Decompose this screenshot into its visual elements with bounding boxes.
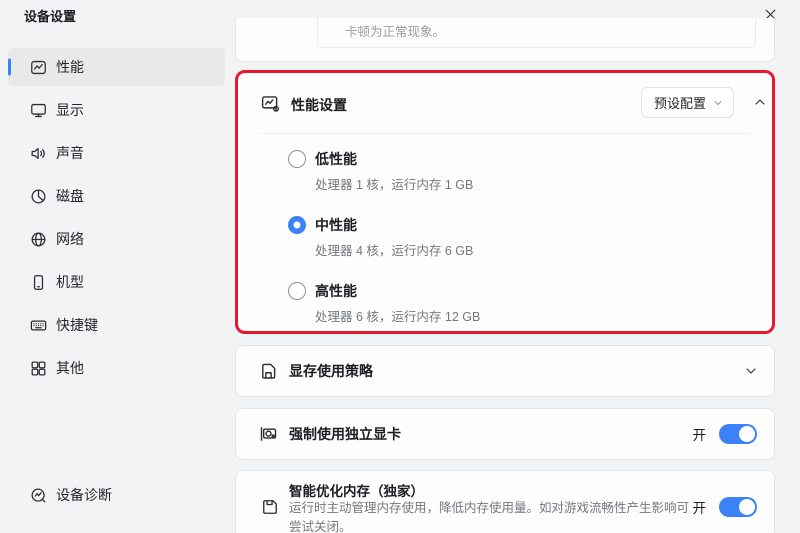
toggle-knob [739, 426, 755, 442]
grid-icon [29, 359, 48, 378]
sidebar-item-label: 其他 [56, 358, 84, 378]
smart-memory-section: 智能优化内存（独家） 运行时主动管理内存使用，降低内存使用量。如对游戏流畅性产生… [235, 470, 775, 533]
gpu-toggle-switch[interactable] [719, 424, 757, 444]
preset-config-value: 预设配置 [654, 93, 712, 112]
option-description: 处理器 1 核，运行内存 1 GB [315, 174, 473, 193]
sidebar-item-network[interactable]: 网络 [8, 220, 225, 258]
chevron-down-icon [743, 363, 759, 379]
chevron-up-icon [752, 94, 768, 110]
chevron-down-icon [712, 97, 724, 109]
section-title: 性能设置 [291, 95, 347, 115]
gpu-icon [258, 424, 279, 445]
phone-icon [29, 273, 48, 292]
radio-unselected-icon[interactable] [288, 150, 306, 168]
toggle-state-label: 开 [693, 497, 707, 517]
radio-low-performance[interactable]: 低性能 [288, 149, 473, 169]
gpu-toggle-group: 开 [693, 424, 758, 444]
device-settings-window: 设备设置 性能 显示 声音 磁盘 网络 机型 快捷键 [0, 0, 800, 533]
keyboard-icon [29, 316, 48, 335]
toggle-state-label: 开 [693, 424, 707, 444]
radio-medium-performance[interactable]: 中性能 [288, 215, 473, 235]
toggle-knob [739, 499, 755, 515]
collapse-section-button[interactable] [752, 94, 768, 110]
option-description: 处理器 6 核，运行内存 12 GB [315, 306, 480, 325]
globe-icon [29, 230, 48, 249]
sidebar-item-label: 设备诊断 [56, 485, 112, 505]
sidebar-item-label: 快捷键 [56, 315, 98, 335]
clipped-note-text: 卡顿为正常现象。 [345, 21, 445, 40]
monitor-icon [29, 101, 48, 120]
pie-chart-icon [29, 187, 48, 206]
speaker-icon [29, 144, 48, 163]
force-discrete-gpu-section: 强制使用独立显卡 开 [235, 408, 775, 460]
memory-card-icon [258, 361, 279, 382]
expand-section-button[interactable] [743, 363, 759, 379]
sidebar-item-performance[interactable]: 性能 [8, 48, 225, 86]
preset-config-dropdown[interactable]: 预设配置 [641, 87, 734, 118]
section-description: 运行时主动管理内存使用，降低内存使用量。如对游戏流畅性产生影响可尝试关闭。 [289, 499, 689, 533]
option-label: 中性能 [315, 215, 357, 235]
performance-settings-section: 性能设置 预设配置 低性能 处理器 1 核，运行内存 1 GB 中性能 处理器 … [235, 70, 775, 334]
sidebar-item-disk[interactable]: 磁盘 [8, 177, 225, 215]
memory-toggle-group: 开 [693, 497, 758, 517]
option-low-performance: 低性能 处理器 1 核，运行内存 1 GB [288, 149, 473, 193]
save-disk-icon [260, 497, 280, 517]
divider [260, 133, 750, 134]
vram-strategy-section[interactable]: 显存使用策略 [235, 345, 775, 397]
sidebar-item-sound[interactable]: 声音 [8, 134, 225, 172]
sidebar-item-label: 声音 [56, 143, 84, 163]
sidebar-item-other[interactable]: 其他 [8, 349, 225, 387]
sidebar-item-label: 磁盘 [56, 186, 84, 206]
sidebar-item-label: 性能 [56, 57, 84, 77]
performance-chart-icon [29, 58, 48, 77]
performance-settings-icon [260, 93, 281, 114]
sidebar-item-display[interactable]: 显示 [8, 91, 225, 129]
option-description: 处理器 4 核，运行内存 6 GB [315, 240, 473, 259]
option-label: 高性能 [315, 281, 357, 301]
section-title: 智能优化内存（独家） [289, 480, 424, 500]
sidebar: 性能 显示 声音 磁盘 网络 机型 快捷键 其他 [8, 48, 225, 392]
sidebar-item-shortcuts[interactable]: 快捷键 [8, 306, 225, 344]
sidebar-item-label: 网络 [56, 229, 84, 249]
scrolled-card-partial: 卡顿为正常现象。 [235, 18, 775, 62]
sidebar-item-label: 显示 [56, 100, 84, 120]
radio-unselected-icon[interactable] [288, 282, 306, 300]
diagnosis-icon [29, 486, 48, 505]
sidebar-item-diagnosis[interactable]: 设备诊断 [8, 478, 225, 512]
sidebar-item-label: 机型 [56, 272, 84, 292]
option-medium-performance: 中性能 处理器 4 核，运行内存 6 GB [288, 215, 473, 259]
section-title: 显存使用策略 [289, 361, 373, 381]
option-high-performance: 高性能 处理器 6 核，运行内存 12 GB [288, 281, 480, 325]
window-title: 设备设置 [24, 6, 76, 25]
radio-high-performance[interactable]: 高性能 [288, 281, 480, 301]
inner-note-box: 卡顿为正常现象。 [317, 18, 756, 48]
section-title: 强制使用独立显卡 [289, 424, 401, 444]
memory-toggle-switch[interactable] [719, 497, 757, 517]
sidebar-item-model[interactable]: 机型 [8, 263, 225, 301]
option-label: 低性能 [315, 149, 357, 169]
radio-selected-icon[interactable] [288, 216, 306, 234]
